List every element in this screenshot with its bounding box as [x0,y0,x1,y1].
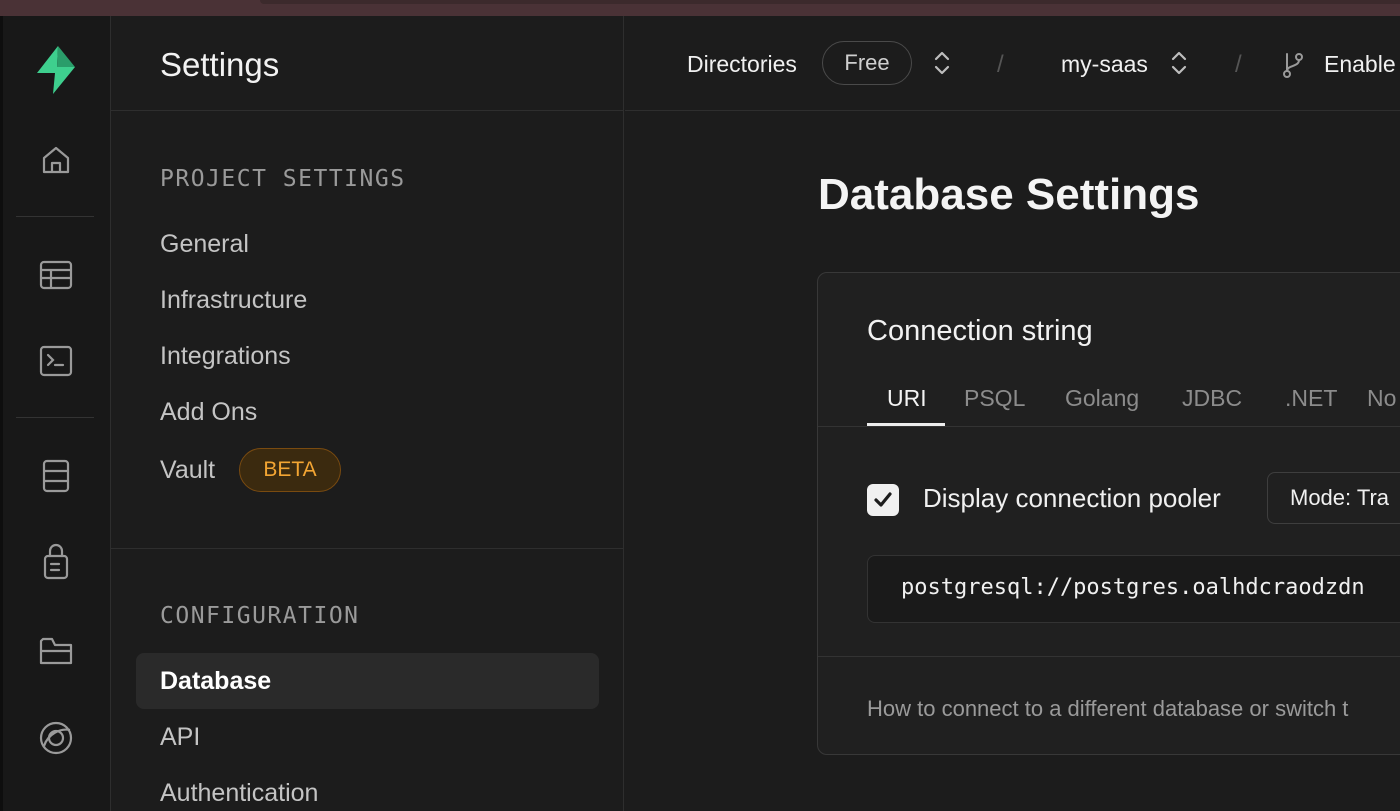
project-switcher-chevron-icon[interactable] [1167,47,1191,79]
sidebar-item-authentication[interactable]: Authentication [160,779,318,808]
tab-golang[interactable]: Golang [1065,385,1139,412]
plan-badge: Free [822,41,912,85]
sidebar-item-api[interactable]: API [160,723,200,752]
enable-branching-button[interactable]: Enable [1324,51,1396,78]
storage-folder-icon[interactable] [34,629,78,673]
supabase-logo-icon[interactable] [30,44,82,96]
home-icon[interactable] [34,138,78,182]
card-title: Connection string [867,315,1093,347]
org-name[interactable]: Directories [687,51,797,78]
display-pooler-checkbox[interactable] [867,484,899,516]
sidebar-item-infrastructure[interactable]: Infrastructure [160,286,307,315]
page-title: Database Settings [818,170,1200,219]
tab-nodejs[interactable]: No [1367,385,1396,412]
sql-editor-icon[interactable] [34,339,78,383]
connection-string-field[interactable]: postgresql://postgres.oalhdcraodzdn [867,555,1400,623]
main-content: Directories Free / my-saas / Enable Data… [625,16,1400,811]
window-top-shade [260,0,1400,4]
section-label-project-settings: PROJECT SETTINGS [160,166,406,192]
sidebar-section-divider [111,548,624,549]
breadcrumb-separator: / [997,51,1004,78]
rail-divider [16,216,94,217]
tab-psql[interactable]: PSQL [964,385,1025,412]
settings-sidebar: Settings PROJECT SETTINGS General Infras… [111,16,624,811]
project-name[interactable]: my-saas [1061,51,1148,78]
connection-string-card: Connection string URI PSQL Golang JDBC .… [817,272,1400,755]
beta-badge: BETA [239,448,341,492]
icon-rail [0,16,111,811]
window-top-strip [0,0,1400,16]
rail-divider [16,417,94,418]
sidebar-item-integrations[interactable]: Integrations [160,342,291,371]
table-editor-icon[interactable] [34,253,78,297]
section-label-configuration: CONFIGURATION [160,603,360,629]
sidebar-item-database[interactable]: Database [160,667,271,696]
rail-edge [0,16,3,811]
card-footer-help-link[interactable]: How to connect to a different database o… [867,696,1348,722]
auth-lock-icon[interactable] [34,540,78,584]
realtime-icon[interactable] [34,716,78,760]
sidebar-item-add-ons[interactable]: Add Ons [160,398,257,427]
org-switcher-chevron-icon[interactable] [930,47,954,79]
pooler-mode-select[interactable]: Mode: Tra [1267,472,1400,524]
checkmark-icon [874,492,892,507]
database-icon[interactable] [34,454,78,498]
tab-jdbc[interactable]: JDBC [1182,385,1242,412]
tab-dotnet[interactable]: .NET [1285,385,1337,412]
card-footer-divider [818,656,1400,657]
sidebar-title: Settings [160,46,280,83]
tab-uri[interactable]: URI [887,385,927,412]
sidebar-header-divider [111,110,624,111]
display-pooler-label[interactable]: Display connection pooler [923,483,1221,514]
sidebar-item-vault[interactable]: Vault [160,456,215,485]
sidebar-item-general[interactable]: General [160,230,249,259]
breadcrumb-separator: / [1235,51,1242,78]
git-branch-icon[interactable] [1281,49,1305,81]
topbar-divider [625,110,1400,111]
tabs-divider [818,426,1400,427]
